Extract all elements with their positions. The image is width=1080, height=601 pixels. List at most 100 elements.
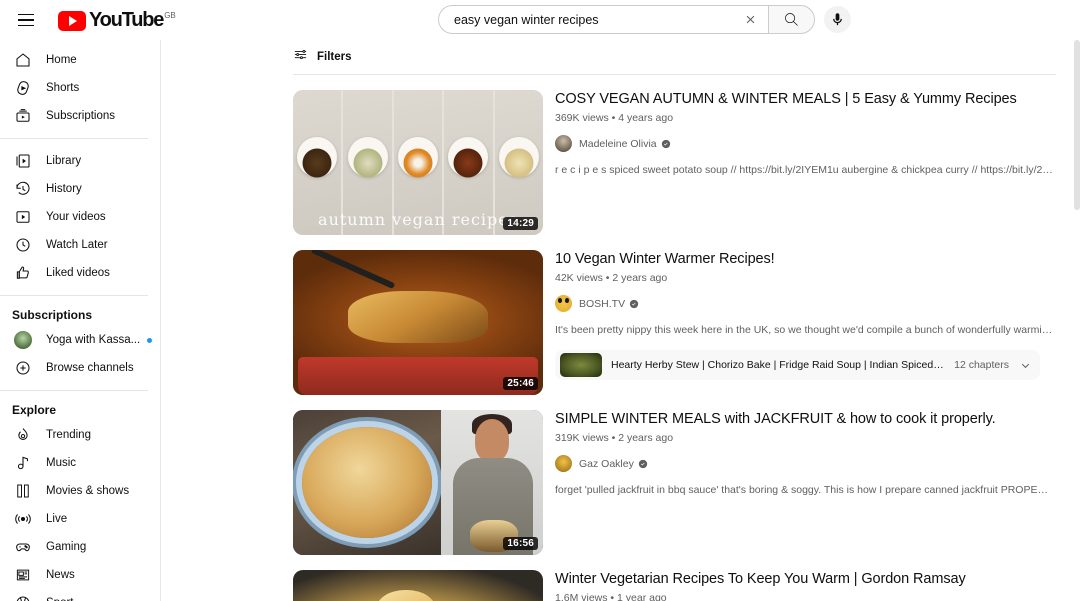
sidebar-item-subscriptions[interactable]: Subscriptions (4, 102, 156, 130)
sidebar-item-home[interactable]: Home (4, 46, 156, 74)
sidebar-item-yoga-with-kassa[interactable]: Yoga with Kassa... (4, 326, 156, 354)
sidebar-item-browse-channels[interactable]: Browse channels (4, 354, 156, 382)
sidebar-subscriptions-heading: Subscriptions (12, 308, 93, 322)
plus-circle-icon (14, 359, 40, 377)
sidebar-item-label: Sport (46, 597, 74, 601)
new-content-dot (147, 337, 153, 343)
play-icon (58, 10, 86, 31)
search-result-item: Winter Vegetarian Recipes To Keep You Wa… (293, 570, 1080, 601)
video-description: It's been pretty nippy this week here in… (555, 324, 1055, 336)
filters-label: Filters (317, 51, 352, 63)
search-result-item: 16:56 SIMPLE WINTER MEALS with JACKFRUIT… (293, 410, 1080, 555)
video-duration: 16:56 (503, 537, 538, 550)
sidebar-divider (160, 33, 161, 601)
sidebar-item-label: Watch Later (46, 239, 108, 251)
sidebar: Home Shorts Subscriptions Library Histor… (0, 40, 160, 601)
chapters-text: Hearty Herby Stew | Chorizo Bake | Fridg… (611, 359, 946, 371)
avatar (555, 135, 572, 152)
top-bar: YouTube GB (0, 0, 1080, 40)
sidebar-item-label: Gaming (46, 541, 87, 553)
video-meta: 10 Vegan Winter Warmer Recipes! 42K view… (555, 250, 1055, 395)
sidebar-item-label: Your videos (46, 211, 106, 223)
video-title[interactable]: COSY VEGAN AUTUMN & WINTER MEALS | 5 Eas… (555, 90, 1055, 109)
sidebar-item-trending[interactable]: Trending (4, 421, 156, 449)
verified-badge-icon (638, 459, 648, 469)
video-thumbnail[interactable]: 25:46 (293, 250, 543, 395)
clock-icon (14, 236, 40, 254)
home-icon (14, 51, 40, 69)
sidebar-item-label: Shorts (46, 82, 80, 94)
news-icon (14, 566, 40, 584)
video-thumbnail[interactable] (293, 570, 543, 601)
gaming-icon (14, 538, 40, 556)
verified-badge-icon (661, 139, 671, 149)
channel-row[interactable]: Madeleine Olivia (555, 135, 1055, 152)
sidebar-divider-1 (0, 138, 148, 139)
video-duration: 14:29 (503, 217, 538, 230)
video-title[interactable]: 10 Vegan Winter Warmer Recipes! (555, 250, 1055, 269)
filter-icon (293, 47, 308, 67)
sidebar-item-watch-later[interactable]: Watch Later (4, 231, 156, 259)
filters-divider (293, 74, 1056, 75)
sidebar-item-live[interactable]: Live (4, 505, 156, 533)
search-button[interactable] (768, 5, 815, 34)
video-thumbnail[interactable]: 16:56 (293, 410, 543, 555)
sidebar-item-sport[interactable]: Sport (4, 589, 156, 601)
sidebar-item-history[interactable]: History (4, 175, 156, 203)
microphone-icon[interactable] (824, 6, 851, 33)
sidebar-item-label: News (46, 569, 75, 581)
sidebar-item-news[interactable]: News (4, 561, 156, 589)
hamburger-icon[interactable] (6, 0, 46, 40)
chapters-chip[interactable]: Hearty Herby Stew | Chorizo Bake | Fridg… (555, 350, 1040, 380)
sidebar-item-music[interactable]: Music (4, 449, 156, 477)
sidebar-item-label: Movies & shows (46, 485, 130, 497)
youtube-logo[interactable]: YouTube GB (58, 9, 176, 31)
sidebar-item-label: Browse channels (46, 362, 134, 374)
sidebar-item-label: History (46, 183, 82, 195)
sidebar-item-your-videos[interactable]: Your videos (4, 203, 156, 231)
sidebar-item-label: Live (46, 513, 68, 525)
close-icon[interactable] (739, 13, 761, 26)
video-stats: 369K views • 4 years ago (555, 112, 674, 124)
video-stats: 319K views • 2 years ago (555, 432, 674, 444)
sidebar-divider-3 (0, 390, 148, 391)
channel-row[interactable]: Gaz Oakley (555, 455, 1055, 472)
video-thumbnail[interactable]: autumn vegan recipes 14:29 (293, 90, 543, 235)
sidebar-item-liked-videos[interactable]: Liked videos (4, 259, 156, 287)
film-icon (14, 482, 40, 500)
filters-button[interactable]: Filters (175, 40, 1080, 74)
video-title[interactable]: Winter Vegetarian Recipes To Keep You Wa… (555, 570, 1055, 589)
sidebar-item-label: Music (46, 457, 77, 469)
live-icon (14, 510, 40, 528)
sidebar-item-label: Library (46, 155, 82, 167)
search-box[interactable] (438, 5, 768, 34)
sidebar-item-label: Subscriptions (46, 110, 116, 122)
chapters-count: 12 chapters (954, 359, 1009, 371)
video-meta: SIMPLE WINTER MEALS with JACKFRUIT & how… (555, 410, 1055, 555)
scrollbar-thumb[interactable] (1074, 40, 1080, 210)
verified-badge-icon (629, 299, 639, 309)
history-icon (14, 180, 40, 198)
search-input[interactable] (454, 12, 739, 27)
sport-icon (14, 594, 40, 601)
sidebar-item-library[interactable]: Library (4, 147, 156, 175)
thumbs-up-icon (14, 264, 40, 282)
video-description: forget 'pulled jackfruit in bbq sauce' t… (555, 484, 1055, 496)
country-code: GB (164, 10, 176, 20)
trending-icon (14, 426, 40, 444)
chevron-down-icon[interactable] (1019, 359, 1032, 372)
avatar (555, 295, 572, 312)
search-bar (438, 5, 851, 34)
sidebar-item-movies-and-shows[interactable]: Movies & shows (4, 477, 156, 505)
video-title[interactable]: SIMPLE WINTER MEALS with JACKFRUIT & how… (555, 410, 1055, 429)
sidebar-item-gaming[interactable]: Gaming (4, 533, 156, 561)
search-results-panel: Filters autumn vegan recipes 14:29 COSY … (175, 40, 1080, 601)
chapter-thumbnail (560, 353, 602, 377)
channel-name: BOSH.TV (579, 297, 626, 310)
sidebar-item-label: Yoga with Kassa... (46, 334, 141, 346)
sidebar-item-shorts[interactable]: Shorts (4, 74, 156, 102)
search-result-item: 25:46 10 Vegan Winter Warmer Recipes! 42… (293, 250, 1080, 395)
video-description: r e c i p e s spiced sweet potato soup /… (555, 164, 1055, 176)
channel-row[interactable]: BOSH.TV (555, 295, 1055, 312)
channel-name: Gaz Oakley (579, 457, 634, 470)
